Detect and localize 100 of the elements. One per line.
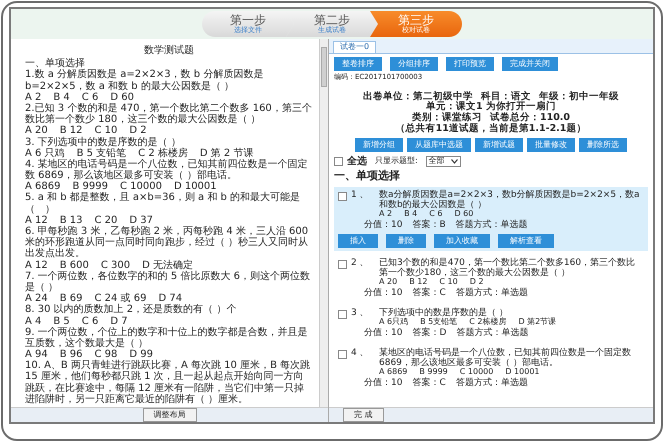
question-text: 4. 某地区的电话号码是一个八位数，已知其前四位数是一个固定数 6869，那么该地区最多可安装（ ）部电话。 xyxy=(25,158,309,182)
answer-option: C 98 xyxy=(94,349,118,360)
question-text: 6. 甲每秒跑 3 米，乙每秒跑 2 米，丙每秒跑 4 米，三人沿 600 米的环形跑道从同一点同时同向跑步，经过（ ）秒三人又同时从出发点出发。 xyxy=(25,226,310,260)
finish-button[interactable]: 完 成 xyxy=(343,408,384,422)
question-text: 1.数 a 分解质因数是 a=2×2×3，数 b 分解质因数是 b=2×2×5，数 a 和数 b 的最大公因数是（ ） xyxy=(25,69,264,92)
question-meta: 答题方式：单选题 xyxy=(456,288,528,298)
question-text: 9. 一个两位数，个位上的数字和十位上的数字都是合数，并且是互质数，这个数最大是（ ） xyxy=(25,326,309,350)
answer-option: C 300 xyxy=(100,260,130,271)
answer-option: A 6只鸡 xyxy=(379,318,408,328)
answer-option: D 10001 xyxy=(174,181,217,192)
question-meta: 分值：10 xyxy=(364,220,402,230)
question-number: 3 、 xyxy=(351,308,370,320)
filter-label: 只显示题型: xyxy=(375,157,418,166)
question-checkbox[interactable] xyxy=(338,310,347,320)
paper-info: 试卷总分：110.0 xyxy=(490,113,570,124)
question-text: 10. A、B 两只青蛙进行跳跃比赛，A 每次跳 10 厘米，B 每次跳 15 厘米，他们每秒都只跳 1 次，且一起从起点开始向同一方向跳跃，在比赛途中，每隔 12 厘米有一陷阱，当它们中第一只掉进陷阱时，另一只距离它最近的陷阱有（ ）厘米。 xyxy=(25,360,312,405)
answer-option: C 6 xyxy=(82,92,98,103)
answer-option: D 7 xyxy=(110,316,128,327)
answer-option: B 9999 xyxy=(72,181,108,192)
layout-button[interactable]: 调整布局 xyxy=(142,408,196,422)
answer-option: B 600 xyxy=(60,260,89,271)
paper-info: 年级：初中一年级 xyxy=(539,92,619,102)
answer-option: A 6869 xyxy=(379,368,408,378)
answer-option: D 60 xyxy=(110,92,134,103)
question-button[interactable]: 插入 xyxy=(338,234,378,248)
question-number: 2 、 xyxy=(351,258,370,270)
answer-option: B 9999 xyxy=(419,368,448,378)
answer-option: B 5 xyxy=(53,316,70,327)
question-meta: 答案：B xyxy=(412,220,446,230)
question-text: 已知3个数的和是470，第一个数比第二个数多160，第三个数比第一个数少180，这三个数的最大公因数是（ ） xyxy=(379,258,636,278)
question-text: 5. a 和 b 都是整数，且 a×b=36，则 a 和 b 的和最大可能是（ ） xyxy=(25,192,302,215)
answer-option: A 12 xyxy=(25,260,48,271)
question-meta: 答案：D xyxy=(412,328,446,338)
answer-option: C 6 xyxy=(429,210,442,219)
answer-option: D 2 xyxy=(470,278,484,288)
answer-option: C 20 xyxy=(94,214,118,226)
section-heading: 一、单项选择 xyxy=(334,170,401,183)
answer-option: A 6 只鸡 xyxy=(25,148,65,159)
answer-option: C 10 xyxy=(439,278,458,288)
paper-info: 单元：课文1 为你打开一扇门 xyxy=(426,102,556,112)
question-meta: 答题方式：单选题 xyxy=(456,378,528,388)
question-text: 数a分解质因数是a=2×2×3，数b分解质因数是b=2×2×5，数a和数b的最大公因数是（ ） xyxy=(379,190,641,210)
answer-option: C 10000 xyxy=(120,181,162,192)
answer-option: B 4 xyxy=(53,92,70,103)
paper-tab[interactable]: 试卷一0 xyxy=(333,41,376,53)
action-button[interactable]: 批量修改 xyxy=(527,138,575,152)
action-button[interactable]: 新增试题 xyxy=(475,138,523,152)
answer-option: C 10000 xyxy=(460,368,494,378)
toolbar-button[interactable]: 完成并关闭 xyxy=(502,56,558,71)
answer-option: C 2栋楼房 xyxy=(469,318,506,328)
answer-option: A 12 xyxy=(25,214,48,226)
answer-option: D 无法确定 xyxy=(142,260,194,271)
toolbar-button[interactable]: 打印预览 xyxy=(446,56,494,71)
action-button[interactable]: 新增分组 xyxy=(355,138,403,152)
scrollbar[interactable] xyxy=(319,39,328,407)
answer-option: A 24 xyxy=(25,293,48,304)
question-meta: 分值：10 xyxy=(364,378,402,388)
question-meta: 分值：10 xyxy=(364,328,402,338)
question-checkbox[interactable] xyxy=(338,192,347,201)
question-button[interactable]: 解析查看 xyxy=(498,234,554,248)
answer-option: D 10001 xyxy=(505,368,540,378)
answer-option: A 20 xyxy=(25,125,48,136)
answer-option: B 12 xyxy=(409,278,428,288)
question-meta: 答案：C xyxy=(412,288,446,298)
action-button[interactable]: 从题库中选题 xyxy=(407,138,471,152)
question-meta: 答题方式：单选题 xyxy=(456,328,528,338)
answer-option: D 37 xyxy=(129,214,154,226)
answer-option: B 96 xyxy=(60,349,83,360)
answer-option: C 24 或 69 xyxy=(94,293,146,304)
paper-info: 出卷单位：第二初级中学 xyxy=(363,92,473,102)
action-button[interactable]: 删除所选 xyxy=(579,138,627,152)
question-button[interactable]: 删除 xyxy=(386,234,426,248)
caret-icon xyxy=(450,159,458,164)
answer-option: A 2 xyxy=(25,92,42,103)
answer-option: A 4 xyxy=(25,316,42,327)
answer-option: B 5 支铅笔 xyxy=(76,148,126,159)
answer-option: B 13 xyxy=(60,214,83,226)
answer-option: D 第2节课 xyxy=(518,318,556,328)
question-text: 8. 30 以内的质数加上 2，还是质数的有（ ）个 xyxy=(25,304,238,316)
answer-option: A 2 xyxy=(379,210,392,219)
toolbar-button[interactable]: 整卷排序 xyxy=(334,56,382,71)
question-button[interactable]: 加入收藏 xyxy=(434,234,490,248)
answer-option: A 6869 xyxy=(25,181,60,192)
question-text: 2.已知 3 个数的和是 470，第一个数比第二个数多 160，第三个数比第一个数少 180，这三个数的最大公因数是（ ） xyxy=(25,102,313,126)
question-text: 7. 一个两位数，各位数字的和的 5 倍比原数大 6，则这个两位数是（ ） xyxy=(25,270,311,293)
document-title: 数学测试题 xyxy=(143,45,195,56)
section-heading: 一、单项选择 xyxy=(25,58,85,70)
question-meta: 分值：10 xyxy=(364,288,402,298)
toolbar-button[interactable]: 分组排序 xyxy=(390,56,438,71)
answer-option: B 4 xyxy=(404,210,418,219)
answer-option: D 60 xyxy=(454,210,474,219)
answer-option: C 2 栋楼房 xyxy=(138,148,188,159)
answer-option: B 5支铅笔 xyxy=(420,318,458,328)
question-checkbox[interactable] xyxy=(338,260,347,269)
question-number: 1 、 xyxy=(351,190,370,202)
type-dropdown[interactable]: 全部 xyxy=(426,156,461,168)
answer-option: B 12 xyxy=(60,125,83,136)
question-card[interactable]: 1 、 数a分解质因数是a=2×2×3，数b分解质因数是b=2×2×5，数a和数b的最大公因数是（ ） A 2 B 4 C 6 D 60 分值：10 答案：B 答题方式：单选题 插入 删除 加入收藏 解析查看 xyxy=(334,186,648,251)
question-checkbox[interactable] xyxy=(338,350,347,360)
select-all-checkbox[interactable]: 全选 xyxy=(334,156,367,168)
